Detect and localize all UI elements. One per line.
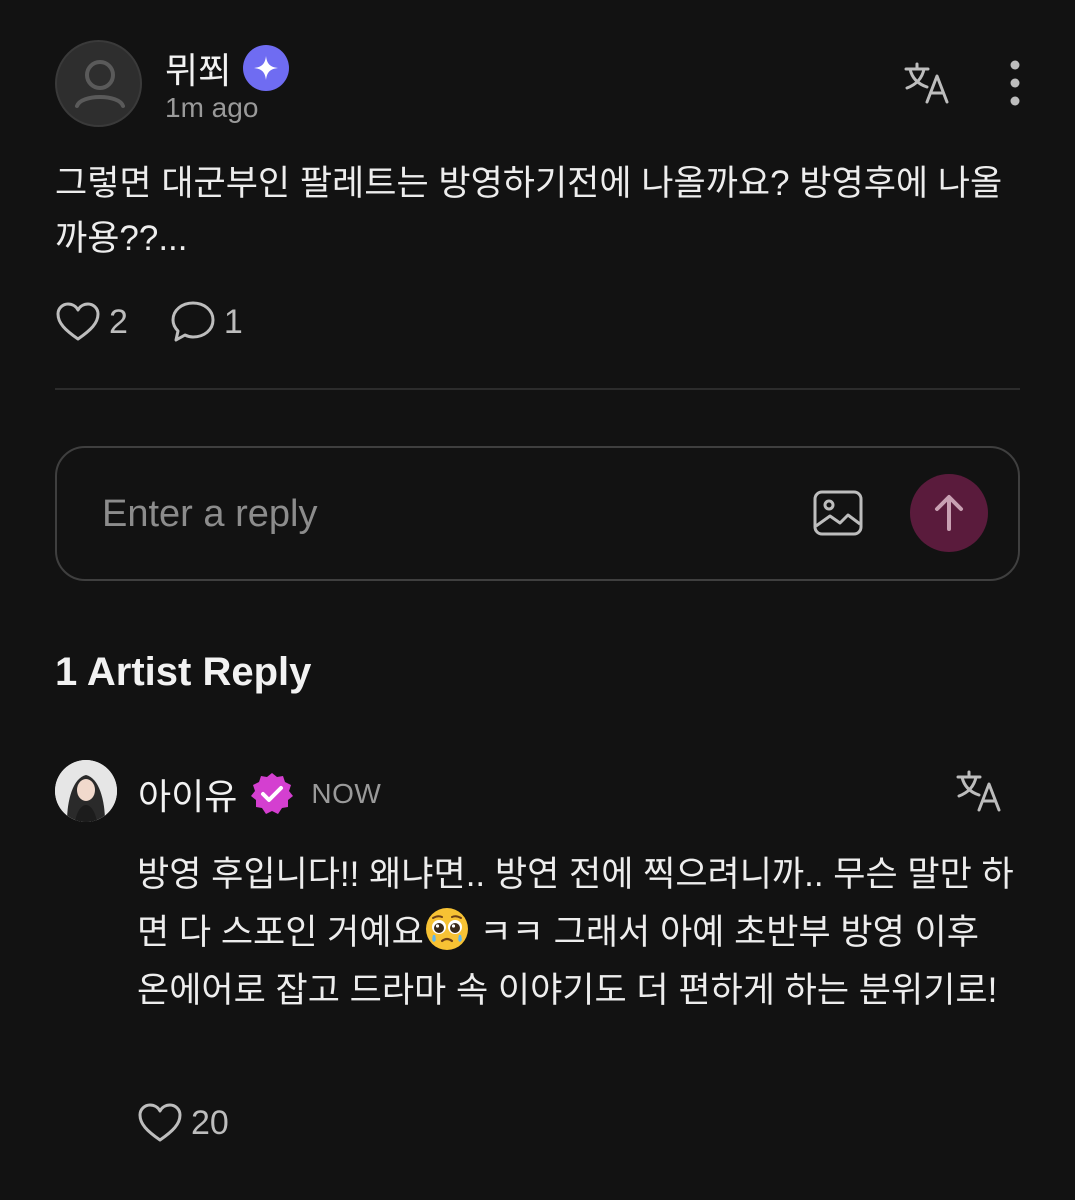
reply-like-count: 20 [191,1103,229,1142]
send-button[interactable] [910,474,988,552]
post-time: 1m ago [165,92,259,123]
author-name[interactable]: 뮈쬐 [165,42,231,94]
comment-count: 1 [223,302,243,341]
post-header: 뮈쬐 1m ago [55,40,1030,130]
star-badge-icon [243,45,290,91]
like-count: 2 [109,302,128,341]
artist-name[interactable]: 아이유 [138,768,237,820]
comment-bubble-icon [171,301,215,342]
artist-avatar[interactable] [55,760,117,822]
artist-replies-title: 1 Artist Reply [55,650,312,694]
image-icon [813,490,863,536]
translate-button[interactable] [903,60,953,106]
artist-reply-header: 아이유 NOW [55,758,1020,824]
attach-image-button[interactable] [812,488,864,538]
post-actions: 2 1 [55,300,285,344]
artist-row: 아이유 NOW [138,768,381,820]
artist-avatar-image [55,760,117,822]
more-options-button[interactable] [1005,60,1025,106]
author-avatar[interactable] [55,40,142,127]
like-button[interactable]: 2 [55,301,128,343]
author-row: 뮈쬐 [165,42,290,94]
artist-reply-body: 방영 후입니다!! 왜냐면.. 방연 전에 찍으려니까.. 무슨 말만 하면 다… [137,846,1017,1020]
divider [55,388,1020,390]
arrow-up-icon [935,495,963,531]
default-user-avatar-icon [75,60,125,108]
translate-reply-button[interactable] [955,768,1005,814]
comment-button[interactable]: 1 [170,300,243,344]
translate-icon [956,770,1001,812]
artist-reply-actions: 20 [137,1102,271,1144]
reply-input[interactable] [102,488,752,540]
heart-icon [56,302,100,341]
pleading-face-emoji [425,908,468,950]
reply-like-button[interactable]: 20 [137,1102,229,1144]
post-detail-page: 뮈쬐 1m ago 그렇면 대군부인 팔레트는 방영하기전에 나올까요? 방영후… [0,0,1075,1200]
reply-box [55,446,1020,581]
more-vertical-icon [1010,60,1020,106]
heart-icon [138,1103,182,1142]
translate-icon [904,62,949,104]
verified-check-icon [251,773,294,814]
reply-time: NOW [311,778,382,809]
post-body: 그렇면 대군부인 팔레트는 방영하기전에 나올까요? 방영후에 나올까용??..… [55,164,1003,258]
